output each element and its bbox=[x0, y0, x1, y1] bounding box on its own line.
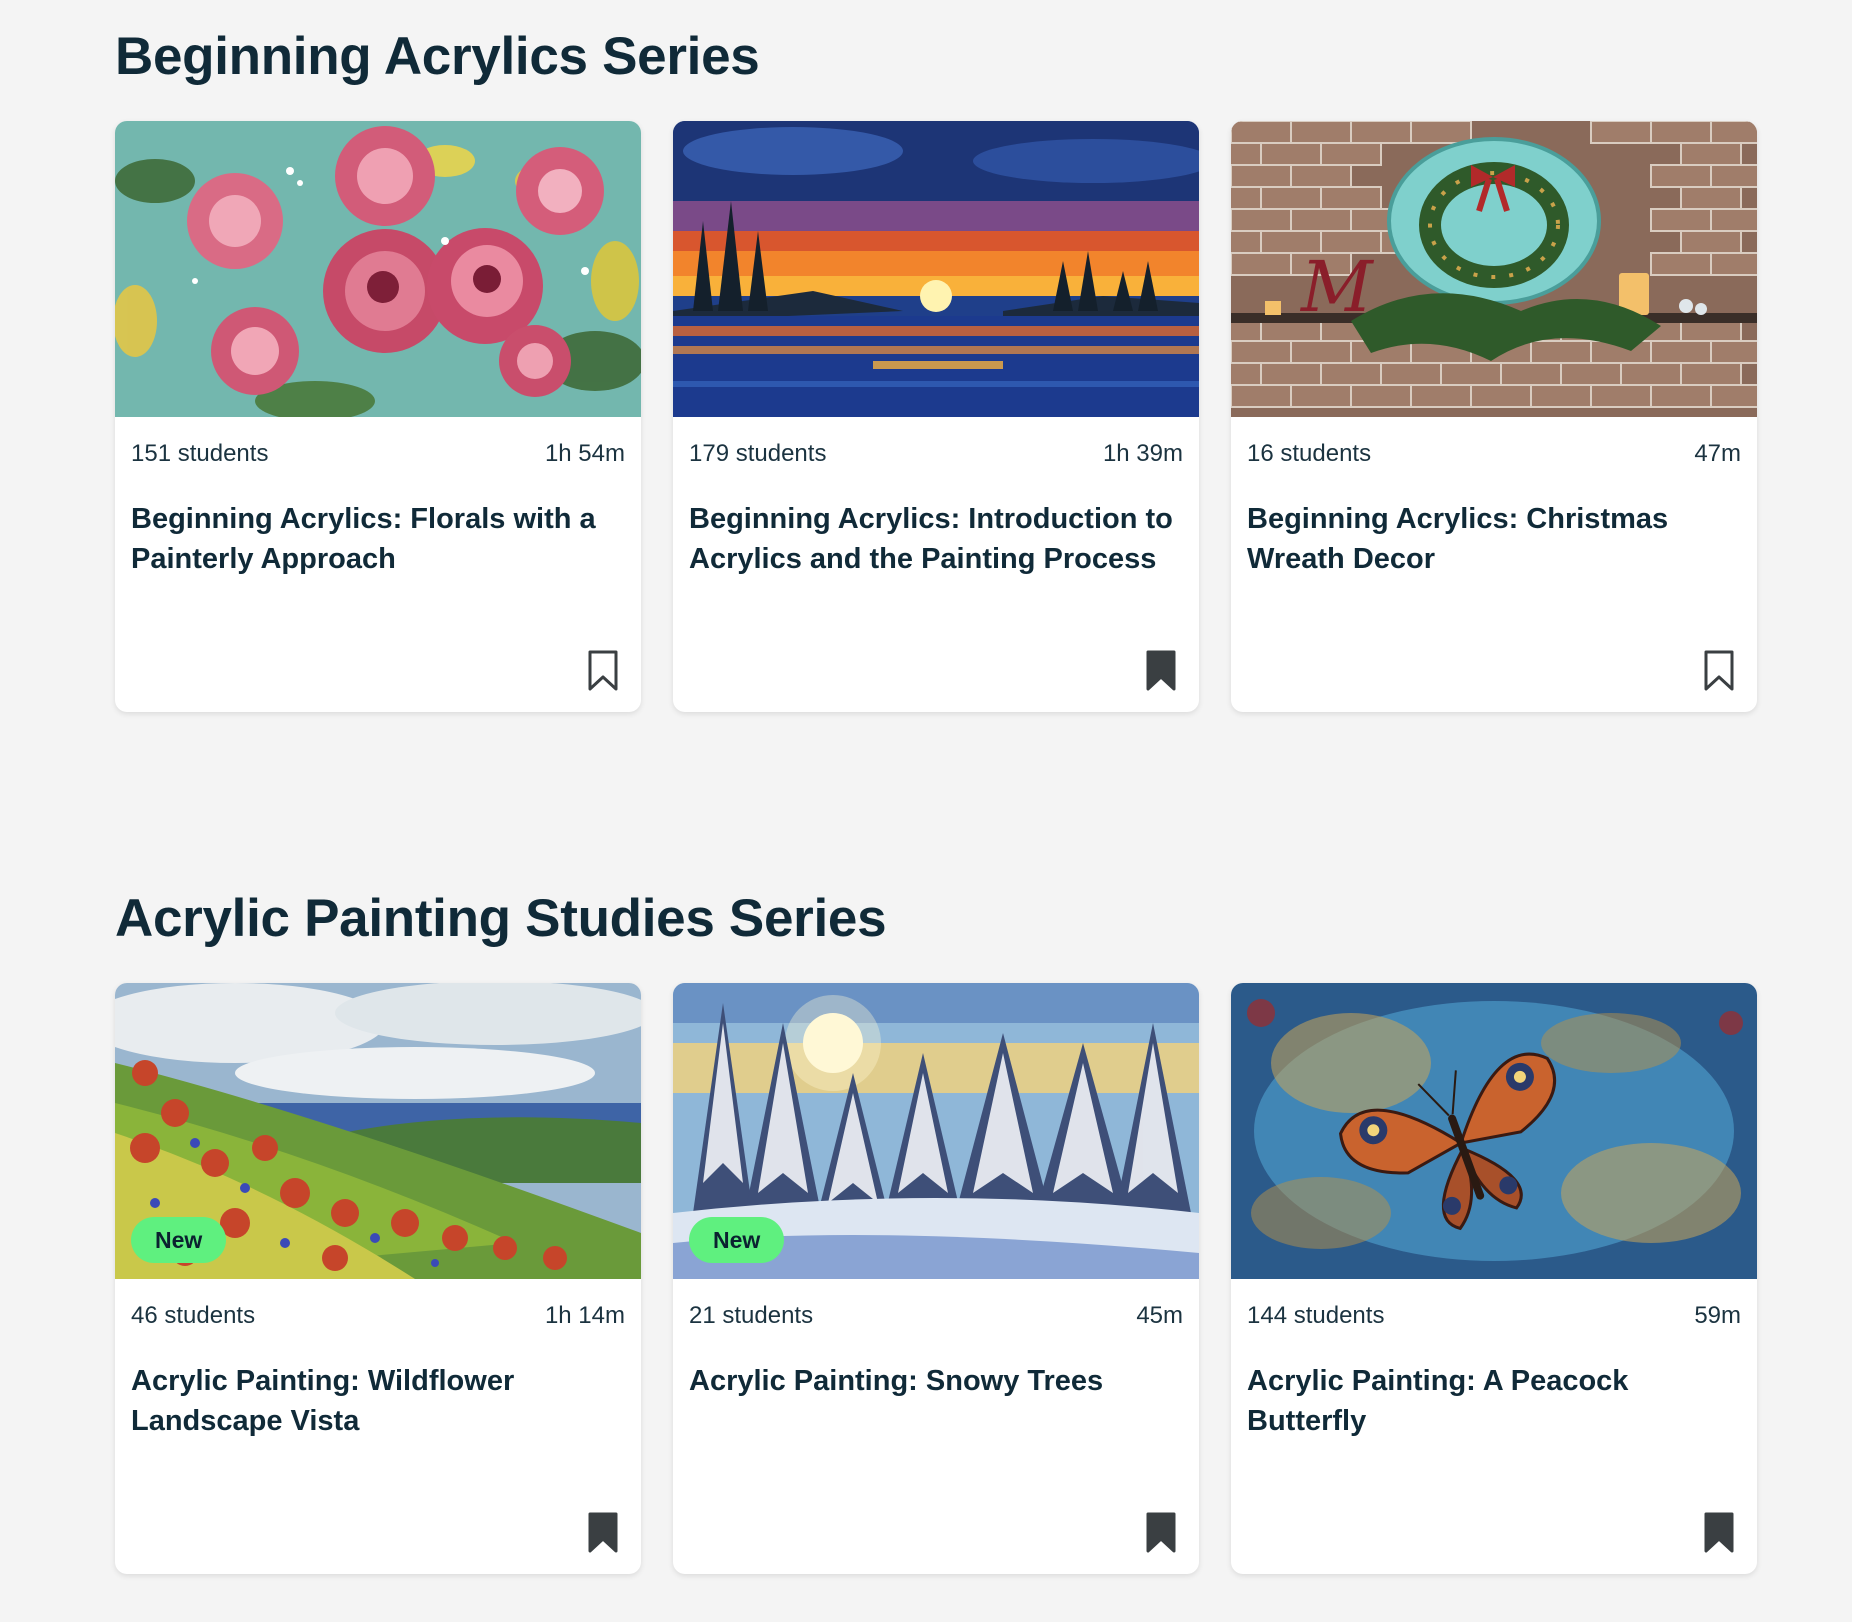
series-section-acrylic-painting-studies: Acrylic Painting Studies Series New 46 s… bbox=[115, 888, 1759, 1574]
course-card[interactable]: New 21 students 45m Acrylic Painting: Sn… bbox=[673, 983, 1199, 1574]
new-badge: New bbox=[131, 1217, 227, 1263]
course-grid: 151 students 1h 54m Beginning Acrylics: … bbox=[115, 121, 1759, 712]
course-title[interactable]: Acrylic Painting: Snowy Trees bbox=[673, 1331, 1199, 1401]
course-title[interactable]: Acrylic Painting: A Peacock Butterfly bbox=[1231, 1331, 1757, 1441]
course-duration: 59m bbox=[1694, 1302, 1741, 1329]
course-duration: 1h 14m bbox=[544, 1302, 625, 1329]
course-meta: 16 students 47m bbox=[1231, 417, 1757, 469]
student-count: 151 students bbox=[131, 440, 269, 467]
course-card[interactable]: M 16 students 47m Beginning Acrylics: Ch… bbox=[1231, 121, 1757, 712]
new-badge: New bbox=[689, 1217, 785, 1263]
bookmark-filled-icon[interactable] bbox=[1703, 1512, 1735, 1554]
course-duration: 1h 39m bbox=[1102, 440, 1183, 467]
course-meta: 46 students 1h 14m bbox=[115, 1279, 641, 1331]
course-thumbnail-roses[interactable] bbox=[115, 121, 641, 417]
course-meta: 151 students 1h 54m bbox=[115, 417, 641, 469]
course-meta: 179 students 1h 39m bbox=[673, 417, 1199, 469]
course-card[interactable]: 144 students 59m Acrylic Painting: A Pea… bbox=[1231, 983, 1757, 1574]
course-title[interactable]: Beginning Acrylics: Christmas Wreath Dec… bbox=[1231, 469, 1757, 579]
student-count: 21 students bbox=[689, 1302, 814, 1329]
course-card[interactable]: 179 students 1h 39m Beginning Acrylics: … bbox=[673, 121, 1199, 712]
series-section-beginning-acrylics: Beginning Acrylics Series 151 students 1… bbox=[115, 26, 1759, 712]
bookmark-filled-icon[interactable] bbox=[587, 1512, 619, 1554]
student-count: 144 students bbox=[1247, 1302, 1385, 1329]
course-duration: 47m bbox=[1694, 440, 1741, 467]
student-count: 16 students bbox=[1247, 440, 1372, 467]
course-title[interactable]: Beginning Acrylics: Introduction to Acry… bbox=[673, 469, 1199, 579]
page: Beginning Acrylics Series 151 students 1… bbox=[0, 0, 1852, 1622]
course-title[interactable]: Beginning Acrylics: Florals with a Paint… bbox=[115, 469, 641, 579]
course-card[interactable]: New 46 students 1h 14m Acrylic Painting:… bbox=[115, 983, 641, 1574]
course-card[interactable]: 151 students 1h 54m Beginning Acrylics: … bbox=[115, 121, 641, 712]
course-meta: 144 students 59m bbox=[1231, 1279, 1757, 1331]
course-thumbnail-butterfly[interactable] bbox=[1231, 983, 1757, 1279]
course-grid: New 46 students 1h 14m Acrylic Painting:… bbox=[115, 983, 1759, 1574]
course-title[interactable]: Acrylic Painting: Wildflower Landscape V… bbox=[115, 1331, 641, 1441]
bookmark-outline-icon[interactable] bbox=[587, 650, 619, 692]
section-title: Acrylic Painting Studies Series bbox=[115, 889, 887, 948]
course-thumbnail-sunset[interactable] bbox=[673, 121, 1199, 417]
student-count: 179 students bbox=[689, 440, 827, 467]
course-duration: 45m bbox=[1136, 1302, 1183, 1329]
course-thumbnail-wildflowers[interactable]: New bbox=[115, 983, 641, 1279]
course-thumbnail-snowy-trees[interactable]: New bbox=[673, 983, 1199, 1279]
bookmark-filled-icon[interactable] bbox=[1145, 1512, 1177, 1554]
course-meta: 21 students 45m bbox=[673, 1279, 1199, 1331]
course-thumbnail-wreath[interactable]: M bbox=[1231, 121, 1757, 417]
section-title: Beginning Acrylics Series bbox=[115, 27, 760, 86]
bookmark-outline-icon[interactable] bbox=[1703, 650, 1735, 692]
bookmark-filled-icon[interactable] bbox=[1145, 650, 1177, 692]
course-duration: 1h 54m bbox=[544, 440, 625, 467]
student-count: 46 students bbox=[131, 1302, 256, 1329]
